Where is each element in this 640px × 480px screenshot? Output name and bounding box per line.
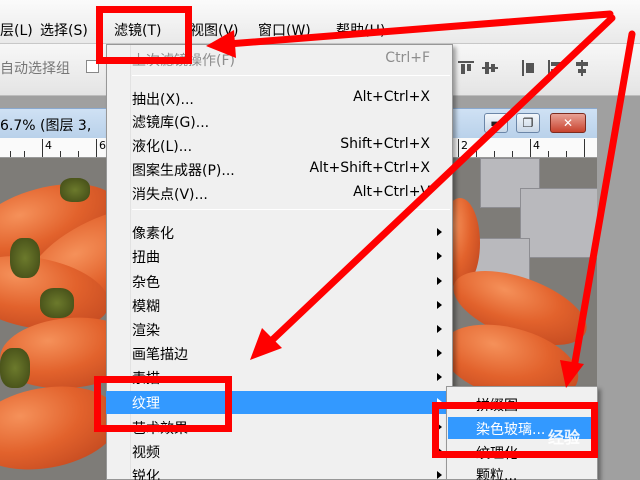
filter-menu-item[interactable]: 滤镜库(G)... — [130, 110, 452, 133]
menu-layer[interactable]: 层(L) — [0, 20, 33, 40]
filter-menu-item[interactable]: 图案生成器(P)... Alt+Shift+Ctrl+X — [130, 158, 452, 181]
ruler-number: 4 — [45, 139, 52, 152]
document-title: 6.7% (图层 3, — [0, 118, 92, 134]
filter-menu-item-label: 渲染 — [132, 323, 160, 339]
submenu-arrow-icon — [437, 277, 442, 285]
submenu-arrow-icon — [437, 349, 442, 357]
filter-menu-item-label: 抽出(X)... — [132, 92, 194, 108]
annotation-box-filter-menu — [96, 6, 192, 64]
filter-menu-item[interactable]: 像素化 — [130, 221, 452, 244]
filter-menu-item[interactable]: 渲染 — [130, 318, 452, 341]
menu-view[interactable]: 视图(V) — [190, 20, 239, 40]
close-button[interactable]: ✕ — [550, 113, 586, 133]
filter-menu-item-shortcut: Shift+Ctrl+X — [340, 136, 430, 152]
filter-menu-item-label: 扭曲 — [132, 250, 160, 266]
menu-select[interactable]: 选择(S) — [40, 20, 88, 40]
annotation-box-texture-item — [94, 376, 232, 432]
restore-icon: ❐ — [522, 116, 534, 130]
watermark: 经验 — [548, 428, 581, 447]
filter-menu-item-label: 像素化 — [132, 226, 174, 242]
submenu-arrow-icon — [437, 471, 442, 479]
filter-menu-item[interactable]: 视频 — [130, 440, 452, 463]
filter-menu-item-label: 锐化 — [132, 469, 160, 480]
submenu-arrow-icon — [437, 252, 442, 260]
filter-menu-item-shortcut: Alt+Ctrl+V — [353, 184, 430, 200]
menu-separator — [132, 209, 450, 210]
filter-menu-item-label: 杂色 — [132, 275, 160, 291]
filter-menu-item[interactable]: 锐化 — [130, 464, 452, 480]
submenu-arrow-icon — [437, 301, 442, 309]
align-left-icon[interactable] — [546, 58, 566, 78]
filter-menu-item[interactable]: 抽出(X)... Alt+Ctrl+X — [130, 87, 452, 110]
ruler-number: 2 — [461, 139, 468, 152]
filter-menu-item[interactable]: 画笔描边 — [130, 342, 452, 365]
submenu-arrow-icon — [437, 228, 442, 236]
filter-menu-item-label: 消失点(V)... — [132, 187, 208, 203]
auto-select-label: 自动选择组 — [0, 61, 70, 77]
filter-menu-item-label: 液化(L)... — [132, 139, 193, 155]
align-top-icon[interactable] — [456, 58, 476, 78]
filter-menu-item[interactable]: 杂色 — [130, 270, 452, 293]
menu-separator — [132, 75, 450, 76]
menu-window[interactable]: 窗口(W) — [258, 20, 311, 40]
filter-menu-item-label: 模糊 — [132, 299, 160, 315]
restore-button[interactable]: ❐ — [516, 113, 540, 133]
minimize-button[interactable]: ▬ — [484, 113, 508, 133]
menu-help[interactable]: 帮助(H) — [336, 20, 385, 40]
filter-menu-item-label: 图案生成器(P)... — [132, 163, 235, 179]
close-icon: ✕ — [562, 116, 574, 130]
ruler-number: 6 — [99, 139, 106, 152]
submenu-item-grain[interactable]: 颗粒... — [448, 463, 597, 480]
filter-menu-item-label: 画笔描边 — [132, 347, 188, 363]
filter-menu-item-shortcut: Alt+Ctrl+X — [353, 89, 430, 105]
filter-menu-item[interactable]: 模糊 — [130, 294, 452, 317]
filter-menu-item-shortcut: Alt+Shift+Ctrl+X — [309, 160, 430, 176]
align-hcenter-icon[interactable] — [572, 58, 592, 78]
align-middle-icon[interactable] — [480, 58, 500, 78]
filter-menu-item[interactable]: 液化(L)... Shift+Ctrl+X — [130, 134, 452, 157]
filter-menu-item-shortcut: Ctrl+F — [385, 50, 430, 66]
distribute-icon[interactable] — [520, 58, 540, 78]
filter-menu-item[interactable]: 消失点(V)... Alt+Ctrl+V — [130, 182, 452, 205]
filter-menu-item-label: 滤镜库(G)... — [132, 115, 210, 131]
submenu-arrow-icon — [437, 373, 442, 381]
filter-menu-item[interactable]: 扭曲 — [130, 245, 452, 268]
minimize-icon: ▬ — [490, 116, 502, 130]
submenu-arrow-icon — [437, 325, 442, 333]
ruler-number: 4 — [533, 139, 540, 152]
filter-menu-item-label: 视频 — [132, 445, 160, 461]
